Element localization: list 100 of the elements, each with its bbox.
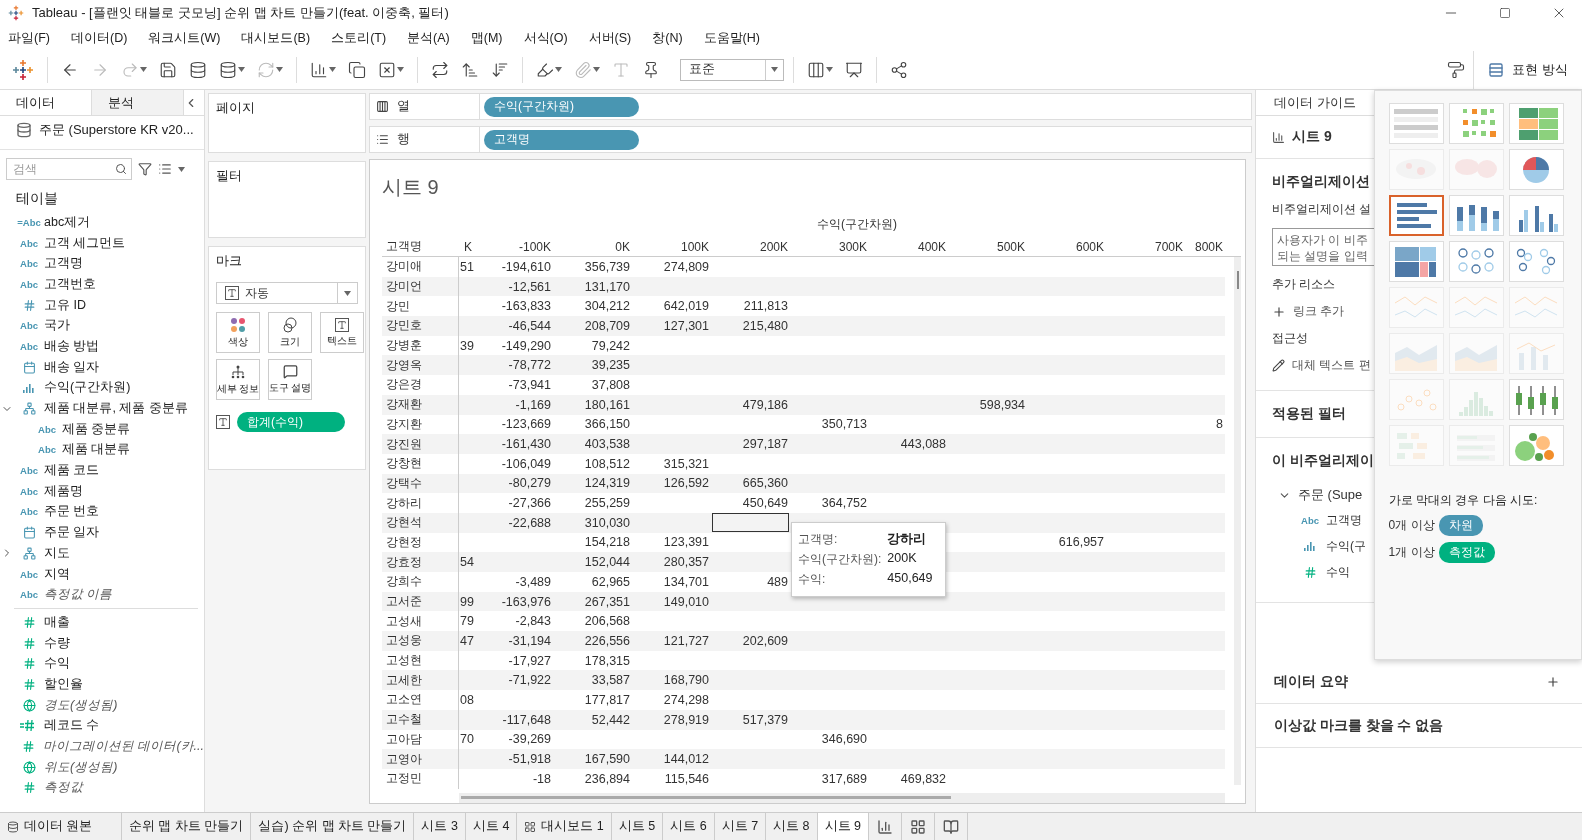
type-label: Abc: [20, 237, 38, 249]
data-field[interactable]: Abc 주문 번호: [0, 501, 204, 523]
data-field[interactable]: 매출: [0, 612, 204, 633]
menu-item[interactable]: 서식(O): [517, 29, 574, 47]
share-icon[interactable]: [890, 60, 908, 79]
data-field[interactable]: 위도(생성됨): [0, 756, 204, 778]
menu-item[interactable]: 서버(S): [582, 29, 638, 47]
mark-type-dropdown[interactable]: 자동: [216, 282, 358, 304]
data-field[interactable]: 수익(구간차원): [0, 377, 204, 399]
fit-dropdown[interactable]: 표준: [680, 58, 784, 81]
menu-item[interactable]: 도움말(H): [697, 29, 766, 47]
row-header-cell: 강병훈: [386, 337, 422, 355]
menu-item[interactable]: 창(N): [646, 29, 689, 47]
data-field[interactable]: Abc 지역: [0, 563, 204, 585]
new-worksheet-icon[interactable]: [877, 818, 893, 835]
data-field[interactable]: Abc 측정값 이름: [0, 584, 204, 606]
column-header: K: [464, 239, 473, 254]
add-link[interactable]: 링크 추가: [1293, 303, 1345, 320]
menu-item[interactable]: 워크시트(W): [142, 29, 227, 47]
data-field[interactable]: 측정값: [0, 777, 204, 799]
data-field[interactable]: 경도(생성됨): [0, 694, 204, 716]
mark-property-button[interactable]: 세부 정보: [216, 359, 260, 400]
data-field[interactable]: Abc 고객명: [0, 253, 204, 275]
table-cell-text: -73,941: [508, 377, 552, 392]
data-source-name[interactable]: 주문 (Superstore KR v20...: [39, 121, 194, 139]
presentation-icon[interactable]: [845, 60, 863, 79]
caret-icon[interactable]: [826, 67, 833, 72]
sort-descending-icon[interactable]: [491, 60, 509, 79]
menu-item[interactable]: 파일(F): [2, 29, 56, 47]
caret-icon[interactable]: [771, 67, 778, 72]
maximize-icon[interactable]: [1499, 7, 1511, 19]
search-field[interactable]: 검색: [6, 158, 132, 180]
data-field[interactable]: Abc 고객번호: [0, 274, 204, 295]
data-field[interactable]: Abc 국가: [0, 315, 204, 337]
data-field[interactable]: Abc 제품명: [0, 480, 204, 502]
description-field[interactable]: 사용자가 이 비주 되는 설명을 입력: [1272, 228, 1374, 266]
data-field[interactable]: 수량: [0, 632, 204, 654]
copy-icon[interactable]: [348, 60, 366, 79]
sort-ascending-icon[interactable]: [461, 60, 479, 79]
menu-item[interactable]: 스토리(T): [325, 29, 393, 47]
menu-item[interactable]: 분석(A): [401, 29, 456, 47]
menu-item[interactable]: 맵(M): [464, 29, 509, 47]
new-story-icon[interactable]: [943, 818, 959, 835]
data-field[interactable]: 수익: [0, 653, 204, 675]
plus-icon[interactable]: [1546, 674, 1560, 689]
data-field[interactable]: 마이그레이션된 데이터(카...: [0, 736, 204, 757]
row-header-cell: 강하리: [386, 494, 422, 512]
data-field[interactable]: Abc 고객 세그먼트: [0, 232, 204, 254]
clear-icon[interactable]: [378, 60, 396, 79]
caret-icon[interactable]: [397, 67, 404, 72]
database-pause-icon[interactable]: [219, 60, 237, 79]
mark-property-button[interactable]: 색상: [216, 312, 260, 353]
new-dashboard-icon[interactable]: [910, 818, 926, 835]
list-view-icon[interactable]: [158, 162, 172, 176]
database-plus-icon[interactable]: [189, 60, 207, 79]
table-cell-text: -39,269: [508, 732, 552, 747]
sheet-tab[interactable]: 시트 9: [817, 813, 869, 840]
hierarchy-icon: [22, 402, 36, 416]
data-field[interactable]: 할인율: [0, 674, 204, 695]
caret-icon[interactable]: [329, 67, 336, 72]
data-field[interactable]: Abc 배송 방법: [0, 336, 204, 357]
data-field[interactable]: 고유 ID: [0, 294, 204, 316]
swap-icon[interactable]: [431, 60, 449, 79]
mark-property-button[interactable]: 텍스트: [320, 312, 364, 353]
data-field[interactable]: 제품 대분류, 제품 중분류: [0, 398, 204, 419]
mark-property-button[interactable]: 크기: [268, 312, 312, 353]
caret-icon[interactable]: [344, 290, 351, 296]
mark-property-button[interactable]: 도구 설명: [268, 359, 312, 400]
data-field[interactable]: Abc 제품 코드: [0, 460, 204, 481]
table-cell: 08: [460, 692, 474, 707]
paint-roller-icon[interactable]: [1447, 60, 1466, 79]
caret-icon[interactable]: [238, 67, 245, 72]
highlighter-icon[interactable]: [536, 60, 554, 79]
alt-text-link[interactable]: 대체 텍스트 편: [1292, 357, 1371, 374]
search-icon[interactable]: [115, 163, 127, 175]
cards-icon[interactable]: [807, 60, 825, 79]
pin-icon[interactable]: [642, 60, 660, 79]
menu-item[interactable]: 데이터(D): [64, 29, 134, 47]
save-icon[interactable]: [159, 60, 177, 79]
data-field[interactable]: 주문 일자: [0, 522, 204, 543]
menu-item[interactable]: 대시보드(B): [235, 29, 317, 47]
pane-tab[interactable]: 데이터 가이드: [1256, 90, 1374, 116]
data-field[interactable]: Abc 제품 대분류: [18, 439, 204, 461]
data-field[interactable]: 배송 일자: [0, 356, 204, 378]
data-field[interactable]: =Abc abc제거: [0, 212, 204, 233]
row-header-cell: 강현정: [386, 533, 422, 551]
caret-icon[interactable]: [178, 166, 185, 172]
app-logo[interactable]: [8, 5, 24, 21]
new-chart-icon[interactable]: [310, 60, 328, 79]
table-cell-text: -163,976: [501, 594, 552, 609]
data-field[interactable]: 지도: [0, 543, 204, 564]
column-header: 600K: [1075, 239, 1105, 254]
data-field[interactable]: Abc 제품 중분류: [18, 418, 204, 440]
data-field[interactable]: 레코드 수: [0, 715, 204, 737]
table-cell-text: -161,430: [501, 437, 552, 452]
caret-icon[interactable]: [555, 67, 562, 72]
pane-tab[interactable]: 분석: [92, 90, 184, 115]
app-logo[interactable]: [12, 58, 34, 81]
filter-icon[interactable]: [138, 162, 152, 176]
table-cell-text: 124,319: [584, 476, 631, 491]
